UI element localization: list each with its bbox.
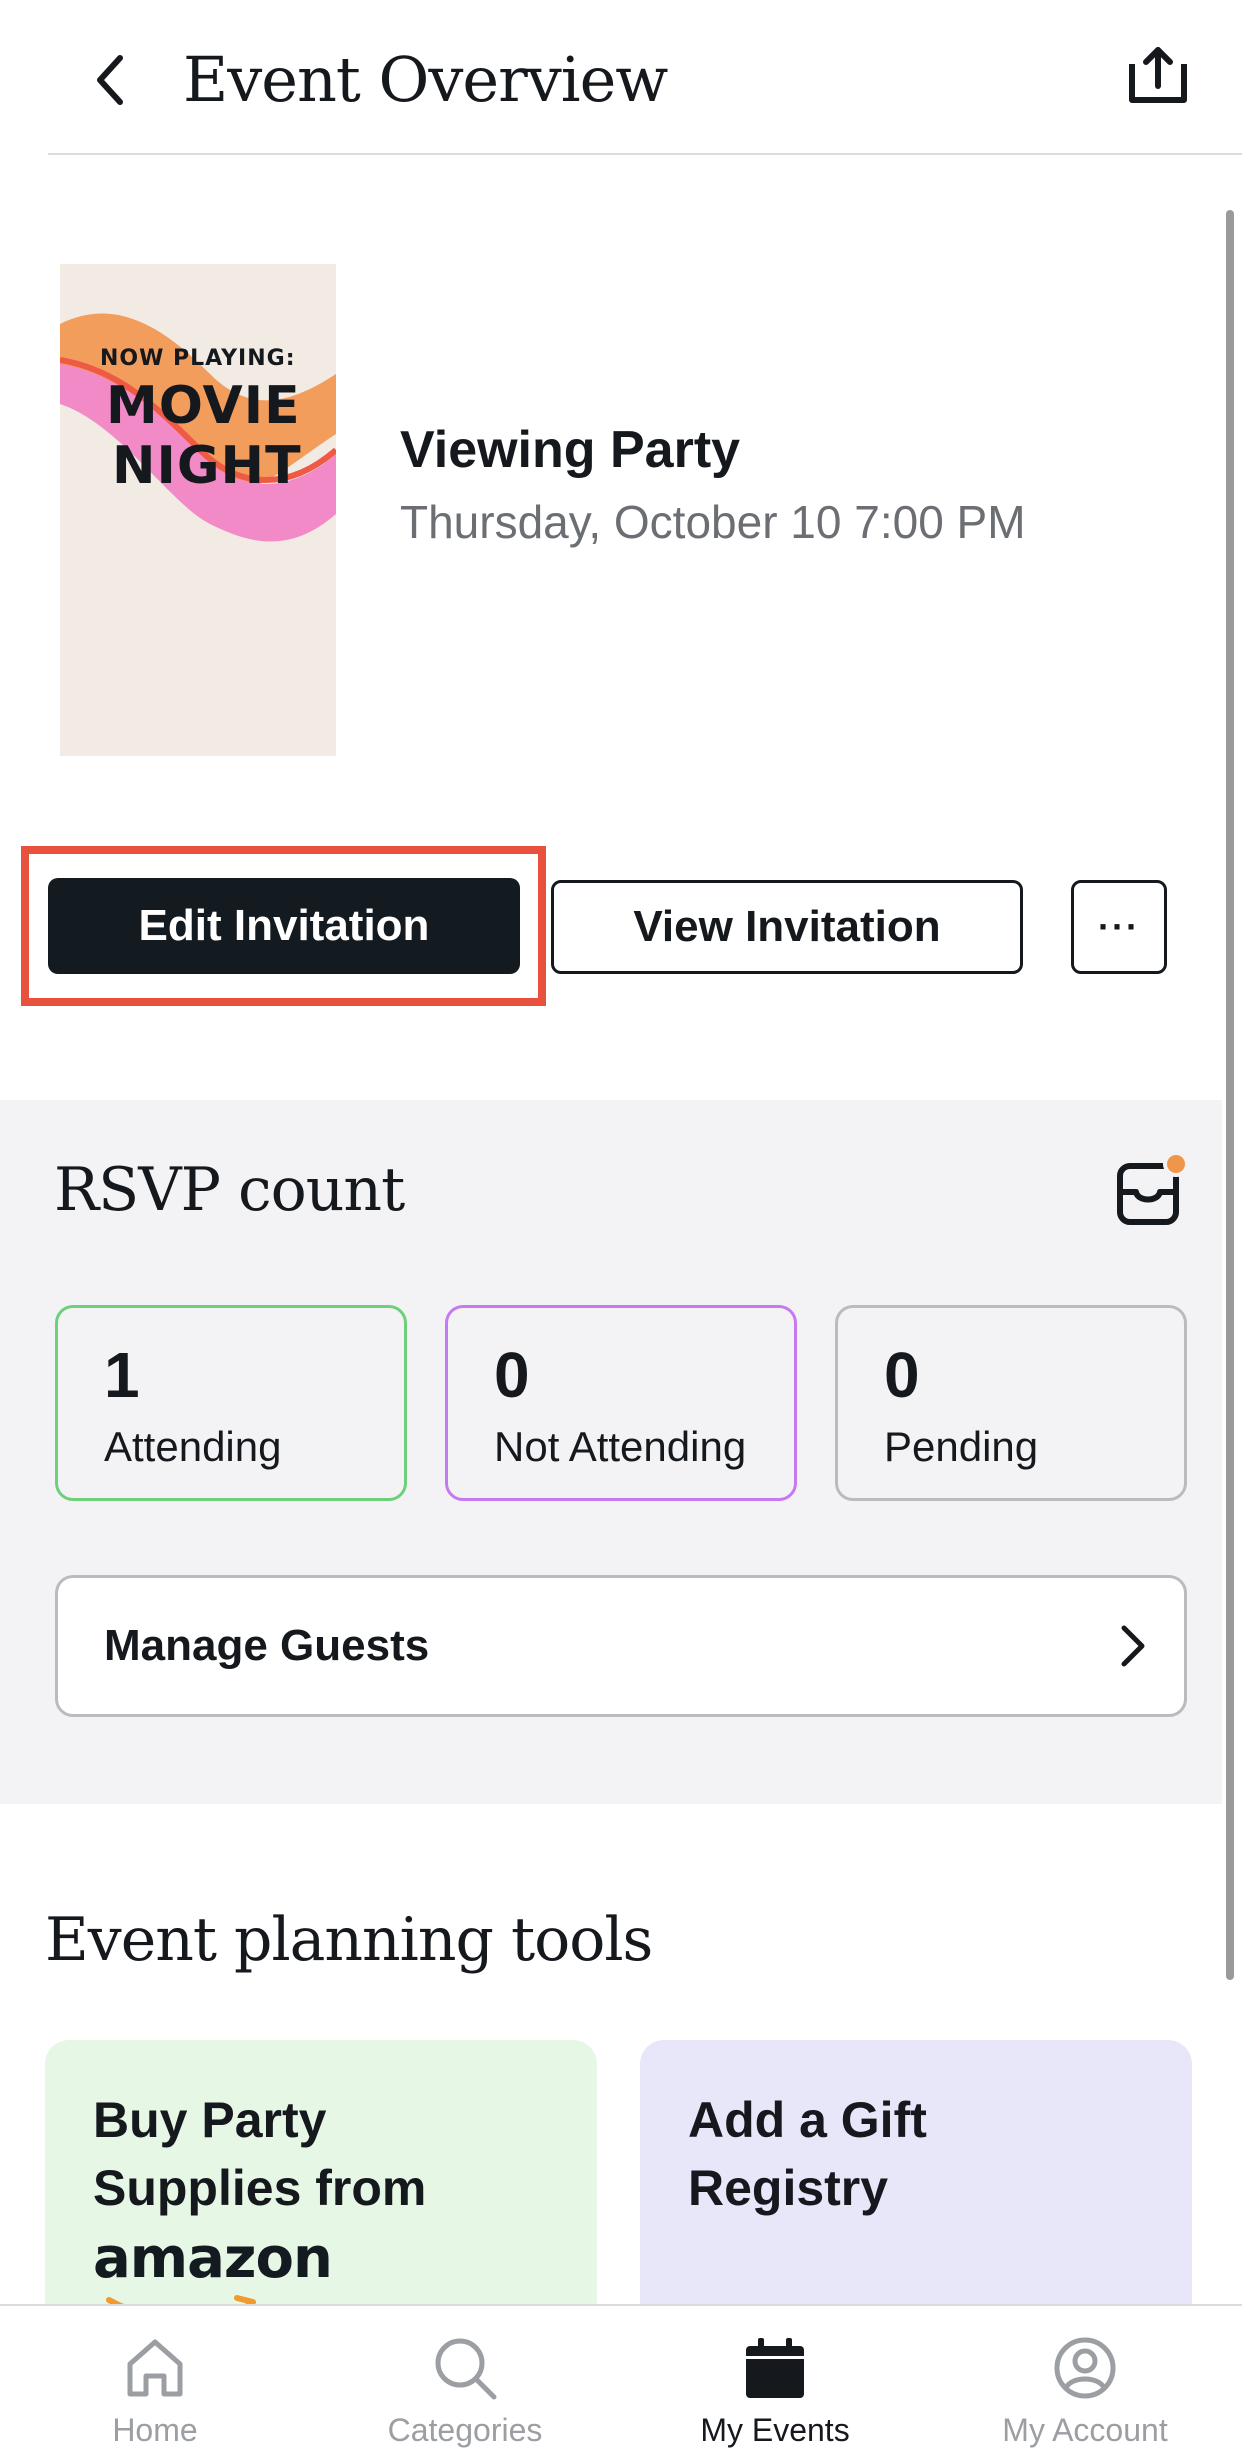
event-poster[interactable]: NOW PLAYING: MOVIE NIGHT	[60, 264, 336, 756]
nav-my-account-label: My Account	[1002, 2412, 1168, 2448]
event-name: Viewing Party	[400, 421, 741, 479]
share-button[interactable]	[1118, 36, 1198, 116]
event-datetime: Thursday, October 10 7:00 PM	[400, 496, 1026, 548]
pending-label: Pending	[884, 1423, 1039, 1470]
calendar-icon	[746, 2338, 804, 2398]
chevron-left-icon	[97, 55, 123, 105]
nav-categories[interactable]: Categories	[310, 2306, 620, 2454]
poster-tagline: NOW PLAYING:	[100, 346, 296, 371]
ellipsis-icon: ···	[1098, 906, 1140, 947]
header-divider	[48, 153, 1242, 155]
attending-count: 1	[104, 1339, 140, 1411]
account-icon	[1054, 2337, 1116, 2399]
bottom-navigation: Home Categories My Events My Account	[0, 2304, 1242, 2454]
inbox-button[interactable]	[1110, 1150, 1192, 1232]
view-invitation-button[interactable]: View Invitation	[551, 880, 1023, 974]
nav-home-label: Home	[112, 2412, 198, 2448]
rsvp-title: RSVP count	[54, 1155, 405, 1225]
pending-count: 0	[884, 1339, 920, 1411]
nav-my-events[interactable]: My Events	[620, 2306, 930, 2454]
nav-home[interactable]: Home	[0, 2306, 310, 2454]
edit-invitation-button[interactable]: Edit Invitation	[48, 878, 520, 974]
nav-categories-label: Categories	[387, 2412, 543, 2448]
search-icon	[435, 2338, 497, 2400]
amazon-card-label: Buy Party Supplies from	[93, 2092, 427, 2216]
attending-label: Attending	[104, 1423, 282, 1470]
poster-title: MOVIE NIGHT	[106, 376, 302, 496]
back-button[interactable]	[80, 40, 140, 120]
poster-wave-graphic	[60, 313, 336, 542]
share-icon	[1129, 47, 1187, 103]
page-title: Event Overview	[183, 43, 668, 116]
gift-registry-label: Add a Gift Registry	[688, 2092, 927, 2216]
nav-my-account[interactable]: My Account	[930, 2306, 1240, 2454]
not-attending-count-card[interactable]: 0 Not Attending	[445, 1305, 797, 1501]
attending-count-card[interactable]: 1 Attending	[55, 1305, 407, 1501]
more-options-button[interactable]: ···	[1071, 880, 1167, 974]
top-bar: Event Overview	[0, 0, 1242, 156]
manage-guests-label: Manage Guests	[104, 1621, 430, 1670]
not-attending-label: Not Attending	[494, 1423, 747, 1470]
pending-count-card[interactable]: 0 Pending	[835, 1305, 1187, 1501]
chevron-right-icon	[1108, 1614, 1158, 1678]
nav-my-events-label: My Events	[700, 2412, 850, 2448]
planning-tools-title: Event planning tools	[45, 1905, 653, 1975]
scrollbar[interactable]	[1226, 210, 1234, 1980]
manage-guests-button[interactable]: Manage Guests	[55, 1575, 1187, 1717]
home-icon	[127, 2339, 183, 2397]
not-attending-count: 0	[494, 1339, 530, 1411]
poster-title-line1: MOVIE	[106, 376, 301, 436]
poster-title-line2: NIGHT	[112, 436, 302, 496]
amazon-logo: amazon	[93, 2226, 333, 2291]
inbox-icon	[1117, 1151, 1189, 1225]
